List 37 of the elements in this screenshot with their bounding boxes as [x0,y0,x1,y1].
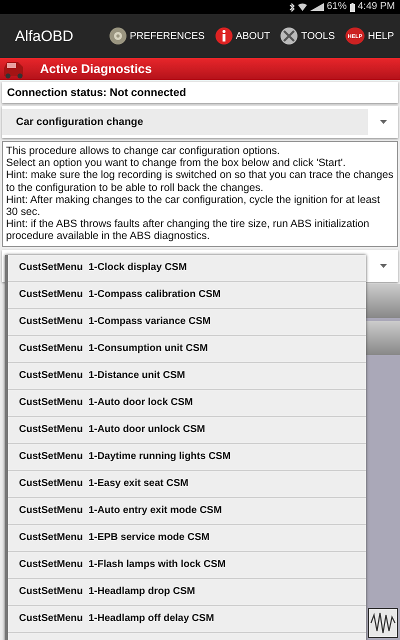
dropdown-option[interactable]: CustSetMenu 1-Compass calibration CSM [8,282,366,309]
battery-icon [350,2,355,12]
dropdown-option[interactable]: CustSetMenu 1-Clock display CSM [8,254,366,282]
description-text: This procedure allows to change car configuration options. Select an option you want to change from the box below and click 'Start'. Hint: make sure the log recording is switched on so that you can trace the changes to the configuration to be able to roll back the changes. Hint: After making changes to the car configuration, cycle the ignition for at least 30 sec. Hint: if the ABS throws faults after changing the tire size, run ABS initialization procedure available in the ABS diagnostics. [2,141,398,247]
side-button[interactable] [363,284,400,318]
clock-time: 4:49 PM [358,1,395,13]
dropdown-option[interactable]: CustSetMenu 1-Daytime running lights CSM [8,444,366,471]
crossed-tools-icon [280,27,298,45]
waveform-icon[interactable] [368,608,398,638]
toolbar-button[interactable]: TOOLS [270,27,335,45]
car-icon [2,59,26,79]
bluetooth-icon [288,2,295,12]
battery-percent: 61% [326,1,347,13]
dropdown-option[interactable]: CustSetMenu 1-EPB service mode CSM [8,524,366,552]
connection-status: Connection status: Not connected [2,82,398,103]
dropdown-option[interactable]: CustSetMenu 1-Auto entry exit mode CSM [8,498,366,525]
toolbar-button[interactable]: PREFERENCES [98,27,205,45]
dropdown-option[interactable]: CustSetMenu 1-Auto door lock CSM [8,390,366,417]
caret-icon [380,120,386,124]
dropdown-option[interactable]: CustSetMenu 1-Compass variance CSM [8,308,366,336]
dropdown-option[interactable]: CustSetMenu 1-Headlamp drop CSM [8,578,366,606]
wifi-icon [298,3,307,11]
dropdown-option[interactable]: CustSetMenu 1-Easy exit seat CSM [8,470,366,498]
side-button[interactable] [363,320,400,355]
gear-icon [108,27,127,45]
procedure-dropdown[interactable]: Car configuration change [2,106,398,138]
dropdown-option[interactable]: CustSetMenu 1-Headlamp off delay CSM [8,606,366,633]
dropdown-option[interactable]: CustSetMenu 1-Consumption unit CSM [8,336,366,363]
section-title: Active Diagnostics [40,62,152,76]
caret-icon [380,264,386,268]
dropdown-option[interactable]: CustSetMenu 1-Auto door unlock CSM [8,416,366,444]
dropdown-option[interactable]: CustSetMenu 1-Distance unit CSM [8,362,366,390]
info-icon [214,27,233,45]
app-title: AlfaOBD [15,28,74,44]
toolbar-button[interactable]: ABOUT [204,27,270,45]
dropdown-option[interactable]: CustSetMenu 1-Flash lamps with lock CSM [8,552,366,579]
signal-icon [310,3,324,11]
